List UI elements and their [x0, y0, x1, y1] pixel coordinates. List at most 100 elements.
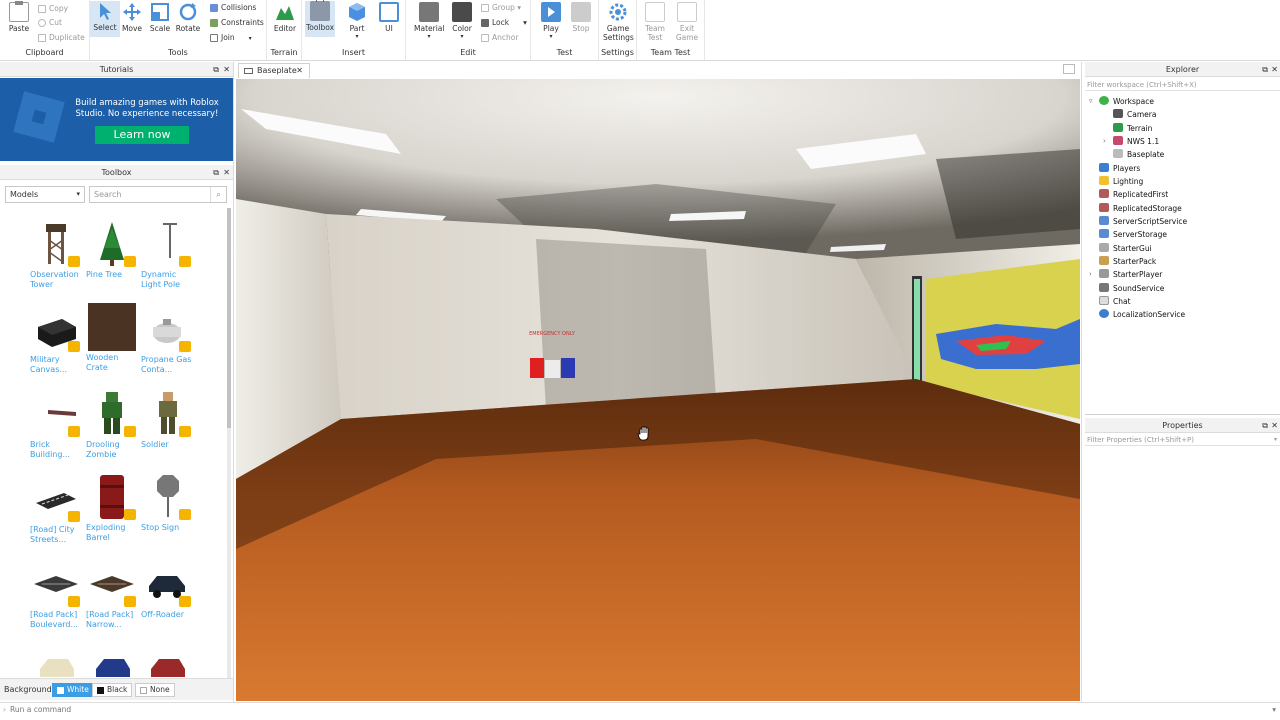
toolbox-item[interactable] — [141, 653, 193, 677]
part-button[interactable]: Part ▾ — [342, 2, 372, 40]
tree-item-serverscriptservice[interactable]: ServerScriptService — [1099, 215, 1187, 228]
left-panel-divider[interactable] — [233, 62, 234, 702]
anchor-button[interactable]: Anchor — [481, 32, 518, 44]
properties-dock-icon[interactable]: ⧉ — [1262, 418, 1268, 433]
toolbox-item[interactable]: Drooling Zombie — [86, 390, 138, 470]
tree-item-startergui[interactable]: StarterGui — [1099, 242, 1152, 255]
play-button[interactable]: Play ▾ — [536, 2, 566, 40]
close-icon[interactable]: ✕ — [296, 64, 303, 78]
chevron-right-icon[interactable]: › — [1089, 268, 1092, 281]
game-settings-button[interactable]: Game Settings — [603, 2, 634, 42]
tree-item-lighting[interactable]: Lighting — [1099, 175, 1143, 188]
toolbox-item[interactable]: Pine Tree — [86, 220, 138, 300]
constraints-toggle[interactable]: Constraints — [210, 17, 264, 29]
toolbox-item[interactable]: [Road Pack] Narrow... — [86, 560, 138, 640]
toolbox-item[interactable]: Exploding Barrel — [86, 473, 138, 553]
color-button[interactable]: Color ▾ — [447, 2, 477, 40]
vehicle-thumbnail — [32, 653, 80, 677]
toolbox-item[interactable]: Military Canvas... — [30, 305, 82, 385]
toolbox-item[interactable]: Off-Roader — [141, 560, 193, 640]
chevron-down-icon[interactable]: ▾ — [1274, 434, 1277, 446]
group-button[interactable]: Group ▾ — [481, 2, 521, 14]
panel-splitter[interactable] — [1085, 414, 1280, 415]
viewport-restore-icon[interactable] — [1063, 64, 1075, 74]
explorer-close-icon[interactable]: ✕ — [1271, 62, 1278, 77]
toolbox-button[interactable]: Toolbox — [305, 0, 335, 37]
select-button[interactable]: Select — [90, 1, 120, 37]
learn-now-button[interactable]: Learn now — [95, 126, 189, 144]
terrain-editor-button[interactable]: Editor — [270, 2, 300, 33]
duplicate-button[interactable]: Duplicate — [38, 32, 85, 44]
chevron-right-icon[interactable]: › — [1103, 135, 1106, 148]
rotate-button[interactable]: Rotate — [173, 2, 203, 33]
bg-black-option[interactable]: Black — [92, 683, 133, 697]
toolbox-close-icon[interactable]: ✕ — [223, 165, 230, 180]
toolbox-item[interactable]: Wooden Crate — [86, 303, 138, 383]
move-button[interactable]: Move — [117, 2, 147, 33]
tree-item-baseplate[interactable]: Baseplate — [1113, 148, 1164, 161]
rotate-icon — [178, 2, 198, 22]
toolbox-category-select[interactable]: Models ▾ — [5, 186, 85, 203]
toolbox-dock-icon[interactable]: ⧉ — [213, 165, 219, 180]
material-button[interactable]: Material ▾ — [414, 2, 444, 40]
bg-white-option[interactable]: White — [52, 683, 94, 697]
tree-item-terrain[interactable]: Terrain — [1113, 122, 1152, 135]
tree-item-nws[interactable]: › NWS 1.1 — [1103, 135, 1159, 148]
tree-item-players[interactable]: Players — [1099, 162, 1140, 175]
command-bar[interactable]: › Run a command ▾ — [0, 702, 1280, 716]
toolbox-item-label: Propane Gas Conta... — [141, 355, 192, 374]
tree-item-camera[interactable]: Camera — [1113, 108, 1156, 121]
settings-group: Game Settings Settings — [599, 0, 637, 60]
tree-item-starterpack[interactable]: StarterPack — [1099, 255, 1156, 268]
tree-item-workspace[interactable]: ▿ Workspace — [1089, 95, 1154, 108]
toolbox-item[interactable]: Stop Sign — [141, 473, 193, 553]
tree-item-replicatedfirst[interactable]: ReplicatedFirst — [1099, 188, 1168, 201]
toolbox-panel-header: Toolbox ⧉ ✕ — [0, 165, 233, 180]
cut-button[interactable]: Cut — [38, 17, 62, 29]
right-panel-divider[interactable] — [1081, 62, 1082, 702]
3d-viewport[interactable]: EMERGENCY ONLY — [236, 79, 1080, 701]
paste-button[interactable]: Paste — [4, 1, 34, 33]
team-test-button[interactable]: Team Test — [640, 2, 670, 42]
roblox-logo-icon — [13, 91, 65, 143]
duplicate-label: Duplicate — [49, 33, 85, 42]
toolbox-item[interactable]: Observation Tower — [30, 220, 82, 300]
join-toggle[interactable]: Join ▾ — [210, 32, 252, 44]
toolbox-item[interactable] — [30, 653, 82, 677]
toolbox-scrollbar[interactable] — [227, 208, 231, 678]
toolbox-search-input[interactable]: Search ⌕ — [89, 186, 227, 203]
properties-filter-input[interactable]: Filter Properties (Ctrl+Shift+P) ▾ — [1085, 434, 1280, 446]
tree-item-serverstorage[interactable]: ServerStorage — [1099, 228, 1167, 241]
tree-item-replicatedstorage[interactable]: ReplicatedStorage — [1099, 202, 1182, 215]
tree-item-starterplayer[interactable]: › StarterPlayer — [1089, 268, 1162, 281]
tree-item-soundservice[interactable]: SoundService — [1099, 282, 1164, 295]
scale-button[interactable]: Scale — [145, 2, 175, 33]
toolbox-item[interactable]: [Road] City Streets... — [30, 475, 82, 555]
toolbox-scrollbar-thumb[interactable] — [227, 208, 231, 428]
toolbox-item[interactable]: Brick Building... — [30, 390, 82, 470]
tree-item-localizationservice[interactable]: LocalizationService — [1099, 308, 1185, 321]
chevron-down-icon[interactable]: ▿ — [1089, 95, 1093, 108]
properties-close-icon[interactable]: ✕ — [1271, 418, 1278, 433]
collisions-toggle[interactable]: Collisions — [210, 2, 256, 14]
tutorials-close-icon[interactable]: ✕ — [223, 62, 230, 77]
tab-baseplate[interactable]: Baseplate ✕ — [238, 63, 310, 78]
exit-game-button[interactable]: Exit Game — [672, 2, 702, 42]
toolbox-item[interactable]: [Road Pack] Boulevard... — [30, 560, 82, 640]
ui-button[interactable]: UI — [374, 2, 404, 33]
explorer-filter-input[interactable]: Filter workspace (Ctrl+Shift+X) — [1085, 79, 1280, 91]
chevron-down-icon[interactable]: ▾ — [1272, 703, 1276, 716]
search-icon[interactable]: ⌕ — [210, 187, 226, 202]
toolbox-item[interactable]: Soldier — [141, 390, 193, 470]
bg-none-option[interactable]: None — [135, 683, 175, 697]
toolbox-item[interactable] — [86, 653, 138, 677]
copy-button[interactable]: Copy — [38, 3, 68, 15]
lock-button[interactable]: Lock ▾ — [481, 17, 527, 29]
tree-item-chat[interactable]: Chat — [1099, 295, 1131, 308]
toolbox-item[interactable]: Dynamic Light Pole — [141, 220, 193, 300]
tutorials-dock-icon[interactable]: ⧉ — [213, 62, 219, 77]
stop-button[interactable]: Stop — [566, 2, 596, 33]
explorer-dock-icon[interactable]: ⧉ — [1262, 62, 1268, 77]
ribbon: Paste Copy Cut Duplicate Clipboard Selec… — [0, 0, 1280, 61]
toolbox-item[interactable]: Propane Gas Conta... — [141, 305, 193, 385]
